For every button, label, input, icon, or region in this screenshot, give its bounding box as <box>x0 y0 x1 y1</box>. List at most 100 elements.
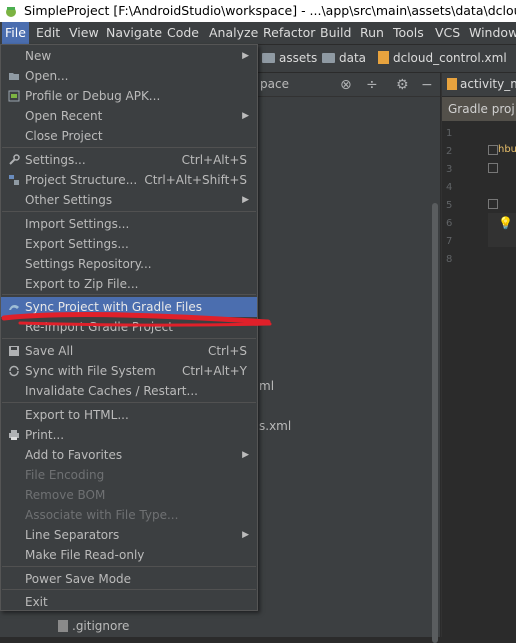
menu-item-label: Print... <box>25 428 65 442</box>
menu-analyze[interactable]: Analyze <box>209 22 258 44</box>
menu-item-print[interactable]: Print... <box>1 425 257 445</box>
shortcut-label: Ctrl+Alt+Shift+S <box>144 173 247 187</box>
menu-item-label: Export to Zip File... <box>25 277 139 291</box>
menu-item-label: Line Separators <box>25 528 120 542</box>
panel-header-fragment: pace <box>260 77 289 91</box>
menu-item-line-separators[interactable]: Line Separators ▶ <box>1 525 257 545</box>
menu-item-new[interactable]: New ▶ <box>1 46 257 66</box>
print-icon <box>9 430 19 440</box>
xml-file-icon <box>378 51 389 64</box>
line-number: 1 <box>446 128 453 139</box>
menu-item-exit[interactable]: Exit <box>1 592 257 612</box>
menu-item-label: Remove BOM <box>25 488 106 502</box>
menu-item-profile-or-debug-apk[interactable]: Profile or Debug APK... <box>1 86 257 106</box>
menu-item-associate-with-file-type: Associate with File Type... <box>1 505 257 525</box>
menu-item-export-settings[interactable]: Export Settings... <box>1 234 257 254</box>
menu-item-label: Import Settings... <box>25 217 130 231</box>
folder-icon <box>262 53 275 63</box>
shortcut-label: Ctrl+Alt+Y <box>181 364 247 378</box>
line-number: 4 <box>446 182 453 193</box>
gradle-sync-icon <box>9 305 19 310</box>
tree-item-fragment[interactable]: s.xml <box>259 419 291 433</box>
menu-item-project-structure[interactable]: Project Structure... Ctrl+Alt+Shift+S <box>1 170 257 190</box>
menu-item-export-to-zip-file[interactable]: Export to Zip File... <box>1 274 257 294</box>
menu-refactor[interactable]: Refactor <box>263 22 315 44</box>
editor-tab[interactable]: activity_m <box>442 73 516 96</box>
menu-item-label: Project Structure... <box>25 173 138 187</box>
tree-item-gitignore[interactable]: .gitignore <box>58 619 129 633</box>
menu-item-remove-bom: Remove BOM <box>1 485 257 505</box>
fold-icon[interactable] <box>488 163 498 173</box>
fold-icon[interactable] <box>488 199 498 209</box>
scrollbar[interactable] <box>432 203 438 643</box>
menu-separator <box>2 402 256 403</box>
collapse-icon[interactable]: ÷ <box>366 77 378 93</box>
android-studio-icon <box>6 7 16 17</box>
menu-item-label: Export Settings... <box>25 237 129 251</box>
folder-open-icon <box>9 73 19 80</box>
breadcrumb-assets[interactable]: assets <box>262 45 317 72</box>
menu-item-file-encoding: File Encoding <box>1 465 257 485</box>
menu-item-open-recent[interactable]: Open Recent ▶ <box>1 106 257 126</box>
menu-separator <box>2 566 256 567</box>
menu-item-sync-project-with-gradle-files[interactable]: Sync Project with Gradle Files <box>1 297 257 317</box>
submenu-arrow-icon: ▶ <box>242 450 249 460</box>
tree-item-fragment[interactable]: ml <box>259 379 274 393</box>
menu-build[interactable]: Build <box>320 22 351 44</box>
menu-item-label: New <box>25 49 52 63</box>
menu-bar: File Edit View Navigate Code Analyze Ref… <box>0 22 516 44</box>
menu-item-power-save-mode[interactable]: Power Save Mode <box>1 569 257 589</box>
menu-item-label: Open... <box>25 69 69 83</box>
xml-file-icon <box>447 78 457 90</box>
minimize-icon[interactable]: − <box>421 77 433 93</box>
menu-separator <box>2 589 256 590</box>
wrench-icon <box>9 154 20 165</box>
menu-item-label: Export to HTML... <box>25 408 129 422</box>
menu-item-invalidate-caches-restart[interactable]: Invalidate Caches / Restart... <box>1 381 257 401</box>
project-structure-icon <box>9 175 19 185</box>
sync-icon <box>9 365 19 377</box>
menu-code[interactable]: Code <box>167 22 199 44</box>
menu-item-settings-repository[interactable]: Settings Repository... <box>1 254 257 274</box>
menu-item-other-settings[interactable]: Other Settings ▶ <box>1 190 257 210</box>
menu-edit[interactable]: Edit <box>36 22 60 44</box>
folder-icon <box>322 53 335 63</box>
file-menu: New ▶ Open... Profile or Debug APK... Open R… <box>0 44 258 611</box>
menu-navigate[interactable]: Navigate <box>106 22 162 44</box>
line-number: 2 <box>446 146 453 157</box>
menu-view[interactable]: View <box>69 22 99 44</box>
menu-vcs[interactable]: VCS <box>435 22 460 44</box>
settings-target-icon[interactable]: ⊗ <box>340 77 352 93</box>
menu-item-import-settings[interactable]: Import Settings... <box>1 214 257 234</box>
menu-item-settings[interactable]: Settings... Ctrl+Alt+S <box>1 150 257 170</box>
menu-item-label: Close Project <box>25 129 103 143</box>
menu-item-add-to-favorites[interactable]: Add to Favorites ▶ <box>1 445 257 465</box>
submenu-arrow-icon: ▶ <box>242 530 249 540</box>
shortcut-label: Ctrl+S <box>207 344 247 358</box>
menu-item-label: File Encoding <box>25 468 105 482</box>
gear-icon[interactable]: ⚙ <box>396 77 409 93</box>
line-number: 7 <box>446 236 453 247</box>
breadcrumb-file[interactable]: dcloud_control.xml <box>378 45 507 72</box>
menu-item-export-to-html[interactable]: Export to HTML... <box>1 405 257 425</box>
gradle-banner: Gradle proj <box>442 97 516 121</box>
menu-item-label: Sync with File System <box>25 364 156 378</box>
breadcrumb-data[interactable]: data <box>322 45 366 72</box>
menu-item-save-all[interactable]: Save All Ctrl+S <box>1 341 257 361</box>
menu-run[interactable]: Run <box>360 22 384 44</box>
line-number: 5 <box>446 200 453 211</box>
fold-icon[interactable] <box>488 145 498 155</box>
menu-tools[interactable]: Tools <box>393 22 424 44</box>
line-number: 8 <box>446 254 453 265</box>
title-bar: SimpleProject [F:\AndroidStudio\workspac… <box>0 0 516 22</box>
menu-item-re-import-gradle-project[interactable]: Re-Import Gradle Project <box>1 317 257 337</box>
menu-item-sync-with-file-system[interactable]: Sync with File System Ctrl+Alt+Y <box>1 361 257 381</box>
lightbulb-icon[interactable]: 💡 <box>498 216 513 230</box>
menu-file[interactable]: File <box>2 22 29 44</box>
menu-item-label: Open Recent <box>25 109 103 123</box>
menu-item-close-project[interactable]: Close Project <box>1 126 257 146</box>
menu-item-open[interactable]: Open... <box>1 66 257 86</box>
menu-item-make-file-read-only[interactable]: Make File Read-only <box>1 545 257 565</box>
menu-item-label: Profile or Debug APK... <box>25 89 161 103</box>
menu-window[interactable]: Window <box>469 22 516 44</box>
